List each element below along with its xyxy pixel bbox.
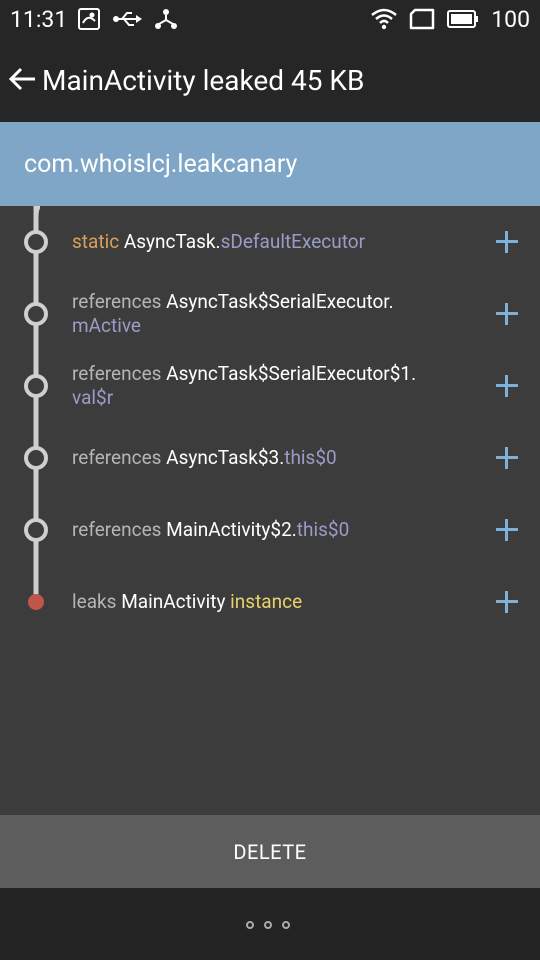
trace-text: references AsyncTask$3.this$0 — [72, 446, 337, 469]
expand-plus-icon[interactable] — [496, 447, 518, 469]
gallery-icon — [78, 8, 100, 30]
status-icons-left — [78, 8, 178, 30]
trace-text: static AsyncTask.sDefaultExecutor — [72, 230, 366, 253]
debug-icon — [155, 9, 177, 29]
trace-row-0[interactable]: static AsyncTask.sDefaultExecutor — [0, 206, 540, 278]
page-title: MainActivity leaked 45 KB — [42, 64, 365, 97]
trace-row-2[interactable]: references AsyncTask$SerialExecutor$1. va… — [0, 350, 540, 422]
more-dot — [246, 921, 254, 929]
delete-button[interactable]: DELETE — [0, 815, 540, 888]
expand-plus-icon[interactable] — [496, 375, 518, 397]
trace-text: references MainActivity$2.this$0 — [72, 518, 350, 541]
arrow-left-icon[interactable] — [8, 64, 38, 94]
sim-icon — [409, 8, 435, 30]
expand-plus-icon[interactable] — [496, 231, 518, 253]
more-dots-icon[interactable] — [246, 918, 290, 932]
delete-label: DELETE — [233, 840, 307, 864]
trace-text: references AsyncTask$SerialExecutor. mAct… — [72, 290, 394, 337]
trace-text: references AsyncTask$SerialExecutor$1. va… — [72, 362, 417, 409]
more-dot — [264, 921, 272, 929]
trace-row-3[interactable]: references AsyncTask$3.this$0 — [0, 422, 540, 494]
usb-icon — [113, 12, 142, 26]
trace-row-5[interactable]: leaks MainActivity instance — [0, 566, 540, 638]
trace-row-4[interactable]: references MainActivity$2.this$0 — [0, 494, 540, 566]
bottom-bar — [0, 888, 540, 960]
more-dot — [282, 921, 290, 929]
expand-plus-icon[interactable] — [496, 303, 518, 325]
package-header: com.whoislcj.leakcanary — [0, 122, 540, 206]
trace-row-1[interactable]: references AsyncTask$SerialExecutor. mAct… — [0, 278, 540, 350]
app-bar: MainActivity leaked 45 KB — [0, 38, 540, 122]
status-bar: 11:31 100 — [0, 0, 540, 38]
battery-icon — [447, 10, 479, 28]
status-icons-right: 100 — [371, 5, 530, 33]
wifi-icon — [371, 8, 398, 30]
battery-percent: 100 — [491, 5, 530, 33]
expand-plus-icon[interactable] — [496, 519, 518, 541]
trace-text: leaks MainActivity instance — [72, 590, 303, 613]
leak-trace: static AsyncTask.sDefaultExecutor refere… — [0, 206, 540, 815]
expand-plus-icon[interactable] — [496, 591, 518, 613]
package-name: com.whoislcj.leakcanary — [24, 150, 298, 179]
status-time: 11:31 — [10, 6, 68, 33]
